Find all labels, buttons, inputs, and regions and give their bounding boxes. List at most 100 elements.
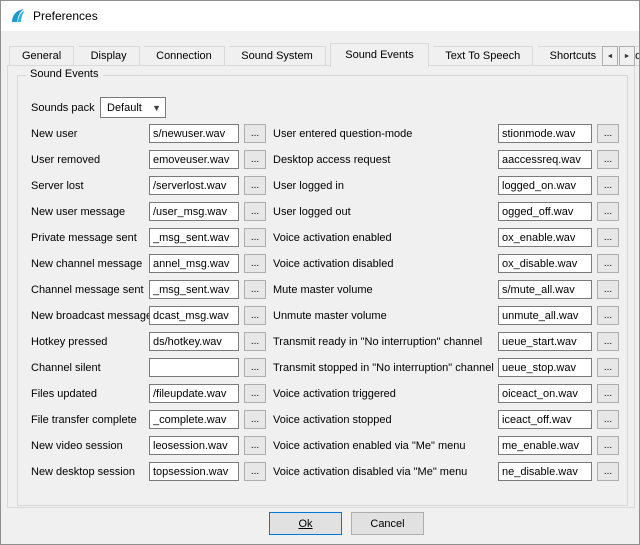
sound-event-row: New video session ... Voice activation e… [1,436,640,462]
sound-event-label: New broadcast message [31,310,152,322]
sound-file-input[interactable] [149,436,239,455]
sound-event-row: Server lost ... User logged in ... [1,176,640,202]
sound-file-input[interactable] [149,410,239,429]
tab-general[interactable]: General [9,46,74,66]
browse-button[interactable]: ... [244,124,266,143]
browse-button[interactable]: ... [597,436,619,455]
sound-file-input[interactable] [149,384,239,403]
sound-file-input[interactable] [149,280,239,299]
sound-file-input[interactable] [498,176,592,195]
browse-button[interactable]: ... [244,332,266,351]
sounds-pack-dropdown[interactable]: Default ▼ [100,97,166,118]
sound-file-input[interactable] [149,462,239,481]
sound-event-row: User removed ... Desktop access request … [1,150,640,176]
browse-button[interactable]: ... [597,332,619,351]
sound-file-input[interactable] [149,202,239,221]
sound-file-input[interactable] [149,176,239,195]
sound-file-input[interactable] [498,462,592,481]
sound-events-list: New user ... User entered question-mode … [1,124,640,488]
sound-file-input[interactable] [149,150,239,169]
sounds-pack-label: Sounds pack [31,102,95,114]
sound-event-row: Files updated ... Voice activation trigg… [1,384,640,410]
sound-file-input[interactable] [498,306,592,325]
sound-event-row: Hotkey pressed ... Transmit ready in "No… [1,332,640,358]
sound-event-label: Voice activation enabled via "Me" menu [273,440,465,452]
sound-event-label: Private message sent [31,232,137,244]
sound-event-label: Voice activation stopped [273,414,392,426]
sound-file-input[interactable] [149,332,239,351]
sound-file-input[interactable] [498,124,592,143]
tab-display[interactable]: Display [79,46,140,66]
sound-event-label: Voice activation triggered [273,388,396,400]
tab-text-to-speech[interactable]: Text To Speech [433,46,533,66]
browse-button[interactable]: ... [244,202,266,221]
browse-button[interactable]: ... [597,176,619,195]
title-bar[interactable]: Preferences [1,1,639,31]
sound-event-row: Private message sent ... Voice activatio… [1,228,640,254]
sound-event-label: Mute master volume [273,284,373,296]
browse-button[interactable]: ... [244,150,266,169]
sounds-pack-value: Default [107,102,142,114]
sound-file-input[interactable] [498,254,592,273]
browse-button[interactable]: ... [597,462,619,481]
browse-button[interactable]: ... [597,280,619,299]
tab-scroll-right-button[interactable]: ► [619,46,635,66]
sound-event-label: New channel message [31,258,142,270]
sound-file-input[interactable] [149,254,239,273]
browse-button[interactable]: ... [244,462,266,481]
tab-bar: General Display Connection Sound System … [9,43,640,66]
sound-event-label: Server lost [31,180,84,192]
sound-file-input[interactable] [498,436,592,455]
browse-button[interactable]: ... [244,358,266,377]
sound-file-input[interactable] [498,202,592,221]
sound-file-input[interactable] [149,358,239,377]
browse-button[interactable]: ... [244,280,266,299]
sound-event-row: New user ... User entered question-mode … [1,124,640,150]
sound-file-input[interactable] [149,124,239,143]
browse-button[interactable]: ... [244,384,266,403]
sound-event-row: Channel silent ... Transmit stopped in "… [1,358,640,384]
ok-button[interactable]: Ok [269,512,342,535]
cancel-button[interactable]: Cancel [351,512,424,535]
tab-connection[interactable]: Connection [144,46,225,66]
browse-button[interactable]: ... [244,410,266,429]
browse-button[interactable]: ... [244,436,266,455]
browse-button[interactable]: ... [597,410,619,429]
browse-button[interactable]: ... [597,202,619,221]
sound-file-input[interactable] [498,332,592,351]
sound-event-row: New channel message ... Voice activation… [1,254,640,280]
browse-button[interactable]: ... [597,254,619,273]
browse-button[interactable]: ... [597,124,619,143]
browse-button[interactable]: ... [597,228,619,247]
sound-file-input[interactable] [498,410,592,429]
sound-file-input[interactable] [498,358,592,377]
sound-event-label: Transmit stopped in "No interruption" ch… [273,362,494,374]
chevron-down-icon: ▼ [152,102,161,114]
sound-file-input[interactable] [149,306,239,325]
tab-shortcuts[interactable]: Shortcuts [538,46,609,66]
sound-file-input[interactable] [498,280,592,299]
preferences-window: Preferences General Display Connection S… [0,0,640,545]
sound-file-input[interactable] [498,150,592,169]
browse-button[interactable]: ... [597,358,619,377]
sound-file-input[interactable] [149,228,239,247]
sound-event-label: Unmute master volume [273,310,387,322]
browse-button[interactable]: ... [244,228,266,247]
sound-event-label: Channel message sent [31,284,144,296]
sound-event-label: User logged in [273,180,344,192]
sound-file-input[interactable] [498,228,592,247]
tab-sound-events[interactable]: Sound Events [330,43,429,67]
sound-file-input[interactable] [498,384,592,403]
sound-event-label: User removed [31,154,100,166]
tab-scroll-left-button[interactable]: ◄ [602,46,618,66]
sound-event-label: File transfer complete [31,414,137,426]
browse-button[interactable]: ... [244,176,266,195]
browse-button[interactable]: ... [244,306,266,325]
browse-button[interactable]: ... [597,384,619,403]
sound-event-row: New user message ... User logged out ... [1,202,640,228]
browse-button[interactable]: ... [597,306,619,325]
tab-sound-system[interactable]: Sound System [229,46,326,66]
browse-button[interactable]: ... [244,254,266,273]
browse-button[interactable]: ... [597,150,619,169]
sound-event-label: Desktop access request [273,154,390,166]
